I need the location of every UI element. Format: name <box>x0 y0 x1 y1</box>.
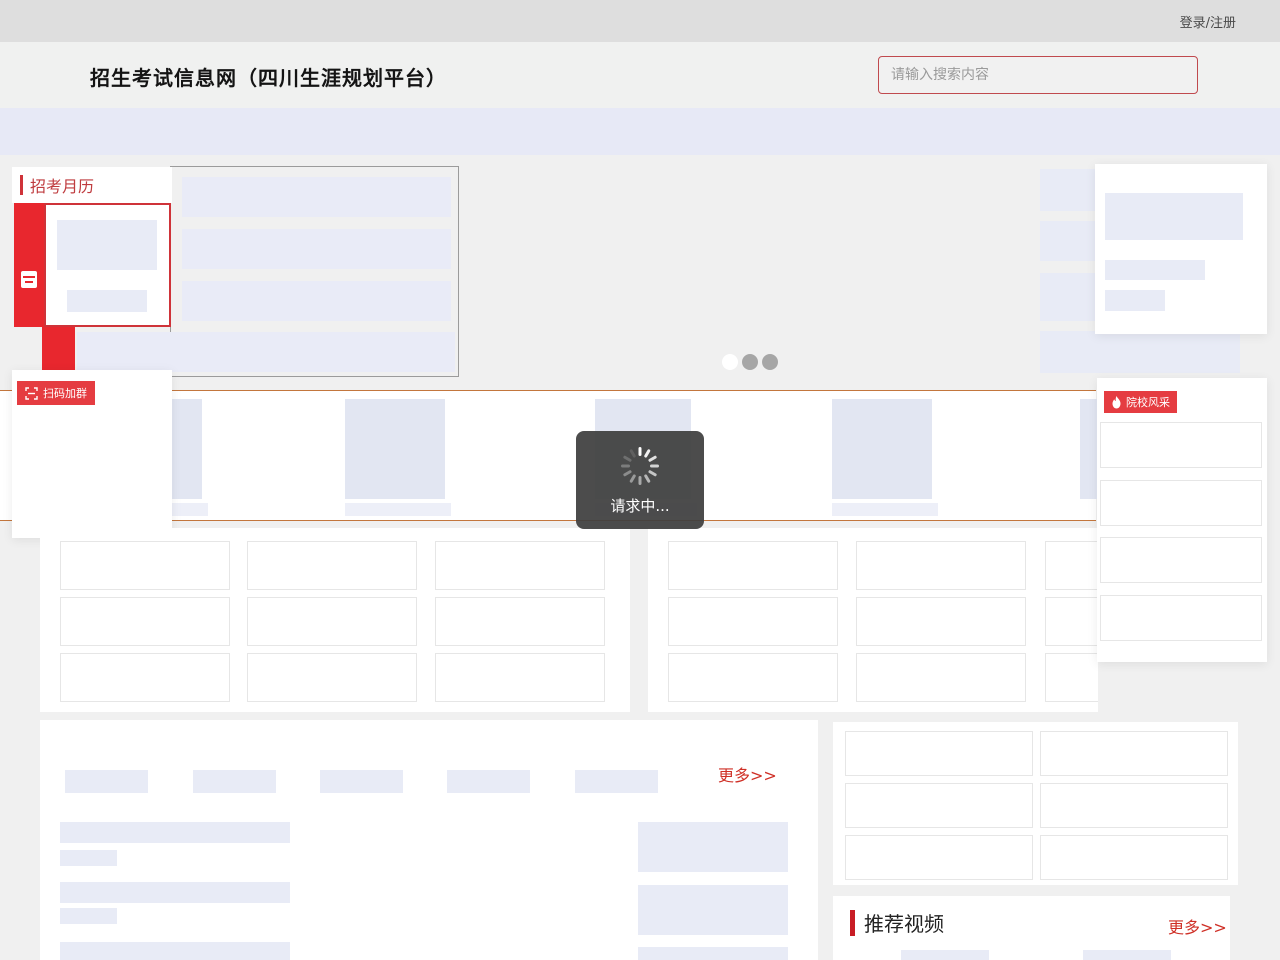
skeleton-thumbnail <box>638 822 788 872</box>
scan-icon <box>25 387 38 400</box>
carousel-dot-3[interactable] <box>762 354 778 370</box>
calendar-tab-glyph <box>21 271 37 288</box>
skeleton-card <box>1100 595 1262 641</box>
skeleton-row <box>182 177 451 217</box>
skeleton-card <box>247 653 417 702</box>
skeleton-card <box>435 541 605 590</box>
search-box <box>878 56 1198 94</box>
loading-message: 请求中... <box>610 495 669 516</box>
calendar-vertical-tab[interactable] <box>14 203 44 327</box>
skeleton-bar <box>60 942 290 960</box>
skeleton-card <box>668 541 838 590</box>
skeleton-caption <box>345 503 451 516</box>
skeleton-tab <box>320 770 403 793</box>
skeleton-block <box>1105 193 1243 240</box>
college-showcase-panel: 院校风采 <box>1097 378 1267 662</box>
skeleton-thumbnail <box>901 950 989 960</box>
login-register-link[interactable]: 登录/注册 <box>1180 12 1236 31</box>
notice-panel-left <box>40 528 630 712</box>
skeleton-card <box>60 541 230 590</box>
topbar: 登录/注册 <box>0 0 1280 42</box>
qr-group-panel: 扫码加群 <box>12 370 172 538</box>
flame-icon <box>1111 396 1122 409</box>
skeleton-bar <box>1105 290 1165 311</box>
skeleton-card <box>1040 783 1228 828</box>
scan-join-group-badge[interactable]: 扫码加群 <box>17 381 95 405</box>
skeleton-bar <box>60 850 117 866</box>
skeleton-card <box>856 541 1026 590</box>
red-bar-marker <box>20 175 23 195</box>
red-bar-marker <box>850 910 855 936</box>
notice-panel-right <box>648 528 1098 712</box>
college-showcase-badge: 院校风采 <box>1104 391 1177 413</box>
skeleton-tab <box>447 770 530 793</box>
skeleton-card <box>1040 731 1228 776</box>
calendar-widget: 招考月历 <box>12 167 172 203</box>
skeleton-block <box>1040 331 1240 373</box>
skeleton-image <box>345 399 445 499</box>
skeleton-card <box>1040 835 1228 880</box>
header: 招生考试信息网（四川生涯规划平台） <box>0 42 1280 108</box>
skeleton-card <box>1045 597 1098 646</box>
news-more-link[interactable]: 更多>> <box>718 762 777 786</box>
skeleton-card <box>845 783 1033 828</box>
carousel-dot-1[interactable] <box>722 354 738 370</box>
skeleton-card <box>845 731 1033 776</box>
skeleton-thumbnail <box>638 885 788 935</box>
skeleton-image <box>832 399 932 499</box>
skeleton-block <box>67 290 147 312</box>
skeleton-card <box>1045 541 1098 590</box>
skeleton-card <box>668 597 838 646</box>
skeleton-card <box>1100 537 1262 583</box>
skeleton-card <box>435 653 605 702</box>
skeleton-card <box>1100 422 1262 468</box>
skeleton-bar <box>1105 260 1205 280</box>
skeleton-tab <box>65 770 148 793</box>
links-panel <box>833 722 1238 885</box>
calendar-title: 招考月历 <box>20 173 94 197</box>
calendar-box <box>44 203 171 327</box>
skeleton-bar <box>60 908 117 924</box>
loading-overlay: 请求中... <box>576 431 704 529</box>
skeleton-card <box>247 541 417 590</box>
skeleton-caption <box>832 503 938 516</box>
skeleton-bar <box>60 822 290 843</box>
recommended-videos-panel: 推荐视频 更多>> <box>833 896 1230 960</box>
spinner-icon <box>619 445 661 487</box>
nav-band <box>0 108 1280 155</box>
search-input[interactable] <box>879 57 1197 93</box>
skeleton-card <box>1100 480 1262 526</box>
skeleton-card <box>856 597 1026 646</box>
skeleton-thumbnail <box>638 947 788 960</box>
skeleton-card <box>60 653 230 702</box>
skeleton-card <box>856 653 1026 702</box>
carousel-dot-2[interactable] <box>742 354 758 370</box>
skeleton-tab <box>193 770 276 793</box>
skeleton-row <box>182 281 451 321</box>
topright-panel <box>1095 164 1267 334</box>
skeleton-card <box>845 835 1033 880</box>
skeleton-bar <box>60 882 290 903</box>
videos-more-link[interactable]: 更多>> <box>1168 914 1227 938</box>
skeleton-block <box>57 220 157 270</box>
skeleton-tab <box>575 770 658 793</box>
news-panel: 更多>> <box>40 720 818 960</box>
skeleton-row <box>77 332 455 372</box>
site-title: 招生考试信息网（四川生涯规划平台） <box>90 62 447 91</box>
skeleton-thumbnail <box>1083 950 1171 960</box>
skeleton-card <box>435 597 605 646</box>
skeleton-card <box>668 653 838 702</box>
skeleton-row <box>182 229 451 269</box>
videos-title: 推荐视频 <box>850 908 944 937</box>
calendar-tab-handle[interactable] <box>42 327 75 370</box>
skeleton-card <box>1045 653 1098 702</box>
skeleton-card <box>247 597 417 646</box>
skeleton-card <box>60 597 230 646</box>
carousel-dots <box>722 354 778 370</box>
